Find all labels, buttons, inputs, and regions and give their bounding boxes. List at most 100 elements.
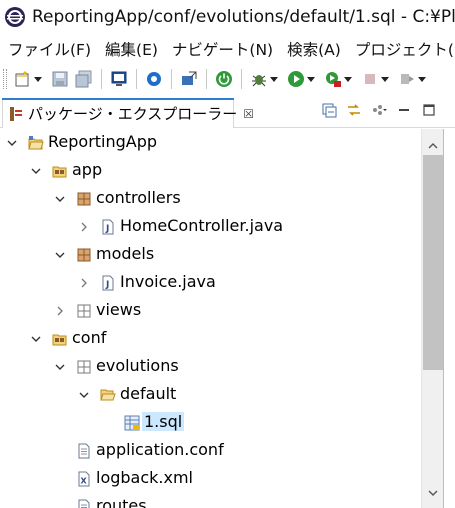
view-header: パッケージ・エクスプローラー ☒ [0, 94, 455, 128]
run-icon[interactable] [287, 70, 305, 88]
chevron-down-icon[interactable] [54, 361, 66, 373]
tree-item-app[interactable]: app [0, 157, 421, 185]
external-tools-dropdown-icon[interactable] [344, 70, 352, 88]
minimize-view-icon[interactable] [396, 102, 412, 118]
svg-text:X: X [81, 477, 88, 486]
terminal-icon[interactable] [110, 70, 128, 88]
chevron-down-icon[interactable] [30, 165, 42, 177]
chevron-down-icon[interactable] [6, 137, 18, 149]
toolbar-separator [171, 69, 172, 89]
chevron-down-icon[interactable] [78, 389, 90, 401]
sql-file-icon [124, 415, 140, 431]
debug-dropdown-icon[interactable] [270, 70, 278, 88]
chevron-right-icon[interactable] [78, 277, 90, 289]
chevron-right-icon[interactable] [78, 221, 90, 233]
tree-label: default [120, 384, 177, 403]
text-file-icon [76, 443, 92, 459]
view-toolbar [312, 102, 437, 118]
toolbar-grip[interactable] [3, 69, 7, 89]
tree-item-views[interactable]: views [0, 297, 421, 325]
menu-project[interactable]: プロジェクト(P) [355, 38, 455, 60]
stop-dropdown-icon[interactable] [381, 70, 389, 88]
project-folder-icon [28, 135, 44, 151]
debug-bug-icon[interactable] [250, 70, 268, 88]
vertical-scrollbar[interactable] [421, 129, 443, 508]
tree-item-evolutions[interactable]: evolutions [0, 353, 421, 381]
new-icon[interactable] [14, 70, 32, 88]
tree-label: views [96, 300, 142, 319]
external-tools-icon[interactable] [324, 70, 342, 88]
svg-text:J: J [105, 224, 109, 234]
tab-label: パッケージ・エクスプローラー [28, 105, 238, 123]
tree-label: ReportingApp [48, 132, 158, 151]
menu-navigate[interactable]: ナビゲート(N) [172, 38, 273, 60]
tree-label: Invoice.java [120, 272, 216, 291]
empty-package-icon [76, 303, 92, 319]
source-folder-icon [52, 163, 68, 179]
eclipse-app-icon [4, 6, 26, 28]
tab-package-explorer[interactable]: パッケージ・エクスプローラー ☒ [2, 98, 254, 128]
tree-item-invoice[interactable]: J Invoice.java [0, 269, 421, 297]
link-with-editor-icon[interactable] [346, 102, 362, 118]
package-icon [76, 191, 92, 207]
tree-item-application-conf[interactable]: application.conf [0, 437, 421, 465]
tree-item-homecontroller[interactable]: J HomeController.java [0, 213, 421, 241]
java-file-icon: J [100, 219, 116, 235]
tree-item-logback-xml[interactable]: X logback.xml [0, 465, 421, 493]
package-explorer-icon [9, 106, 23, 122]
tree-item-conf[interactable]: conf [0, 325, 421, 353]
tree-label: conf [72, 328, 107, 347]
source-folder-icon [52, 331, 68, 347]
toolbar-separator [241, 69, 242, 89]
tree-item-project[interactable]: ReportingApp [0, 129, 421, 157]
tree-label: routes [96, 496, 147, 508]
tree-label: evolutions [96, 356, 179, 375]
editor-area-edge [443, 129, 455, 508]
window-title: ReportingApp/conf/evolutions/default/1.s… [32, 7, 455, 27]
tree-label: logback.xml [96, 468, 193, 487]
run-dropdown-icon[interactable] [307, 70, 315, 88]
main-toolbar [0, 64, 455, 94]
package-icon [76, 247, 92, 263]
chevron-down-icon[interactable] [30, 333, 42, 345]
menu-search[interactable]: 検索(A) [287, 38, 341, 60]
scrollbar-thumb[interactable] [423, 155, 443, 370]
tree-item-1-sql[interactable]: 1.sql [0, 409, 421, 437]
next-annotation-icon[interactable] [398, 70, 416, 88]
toolbar-separator [101, 69, 102, 89]
tree-item-models[interactable]: models [0, 241, 421, 269]
collapse-all-icon[interactable] [321, 102, 337, 118]
chevron-right-icon[interactable] [54, 305, 66, 317]
chevron-down-icon[interactable] [54, 249, 66, 261]
tree-label: 1.sql [142, 412, 185, 431]
tree-label: HomeController.java [120, 216, 284, 235]
empty-package-icon [76, 359, 92, 375]
tree-item-routes[interactable]: routes [0, 493, 421, 508]
open-type-icon[interactable] [180, 70, 198, 88]
new-dropdown-icon[interactable] [34, 70, 42, 88]
tree-label: controllers [96, 188, 181, 207]
power-icon[interactable] [215, 70, 233, 88]
tree-item-default[interactable]: default [0, 381, 421, 409]
menu-edit[interactable]: 編集(E) [105, 38, 158, 60]
annotation-dropdown-icon[interactable] [418, 70, 426, 88]
tree-label: application.conf [96, 440, 224, 459]
tree-label: app [72, 160, 103, 179]
menu-file[interactable]: ファイル(F) [8, 38, 91, 60]
close-tab-icon[interactable]: ☒ [243, 107, 254, 121]
menu-bar: ファイル(F) 編集(E) ナビゲート(N) 検索(A) プロジェクト(P) 実 [0, 34, 455, 64]
save-all-icon[interactable] [75, 70, 93, 88]
view-menu-icon[interactable] [371, 102, 387, 118]
stop-icon[interactable] [361, 70, 379, 88]
open-folder-icon [100, 387, 116, 403]
scroll-up-icon[interactable] [427, 137, 439, 149]
maximize-view-icon[interactable] [421, 102, 437, 118]
tree-label: models [96, 244, 155, 263]
text-file-icon [76, 499, 92, 508]
tree-item-controllers[interactable]: controllers [0, 185, 421, 213]
settings-gear-icon[interactable] [145, 70, 163, 88]
save-icon[interactable] [51, 70, 69, 88]
xml-file-icon: X [76, 471, 92, 487]
scroll-down-icon[interactable] [427, 484, 439, 496]
chevron-down-icon[interactable] [54, 193, 66, 205]
